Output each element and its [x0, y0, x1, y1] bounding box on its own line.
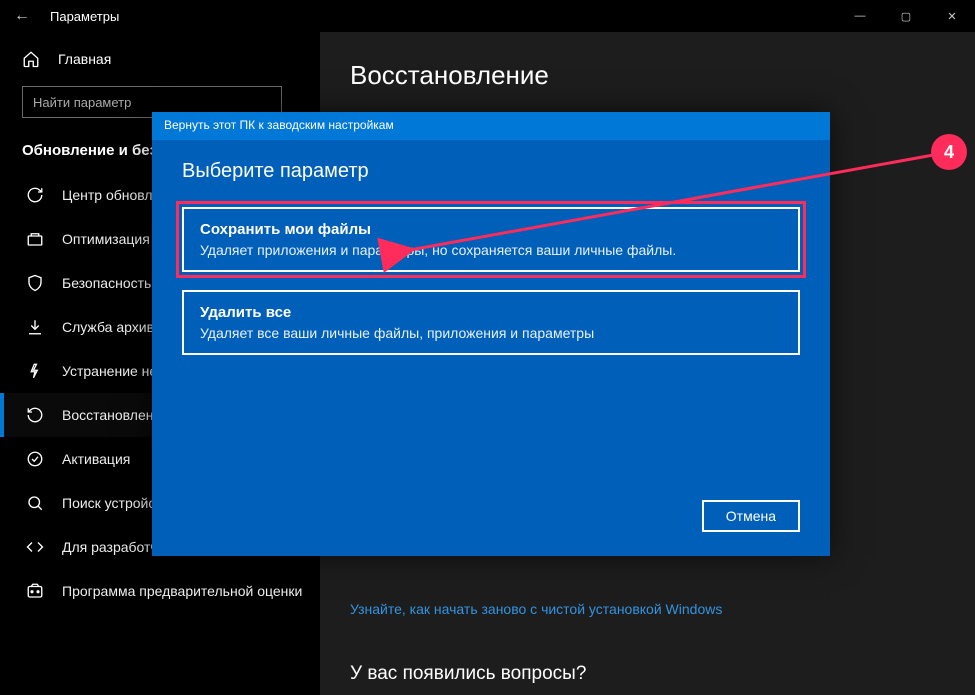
- home-icon: [22, 50, 40, 68]
- sync-icon: [26, 186, 44, 204]
- fresh-start-link[interactable]: Узнайте, как начать заново с чистой уста…: [350, 601, 945, 617]
- troubleshoot-icon: [26, 362, 44, 380]
- minimize-button[interactable]: —: [837, 0, 883, 32]
- developers-icon: [26, 538, 44, 556]
- sidebar-home[interactable]: Главная: [0, 42, 320, 82]
- close-button[interactable]: ✕: [929, 0, 975, 32]
- sidebar-item-insider[interactable]: Программа предварительной оценки Windows: [0, 569, 320, 613]
- window-controls: — ▢ ✕: [837, 0, 975, 32]
- option-remove-everything[interactable]: Удалить все Удаляет все ваши личные файл…: [182, 290, 800, 355]
- option-title: Удалить все: [200, 304, 782, 321]
- dialog-title: Выберите параметр: [182, 160, 800, 183]
- dialog-header: Вернуть этот ПК к заводским настройкам: [152, 112, 830, 140]
- shield-icon: [26, 274, 44, 292]
- recovery-icon: [26, 406, 44, 424]
- cancel-button[interactable]: Отмена: [702, 500, 800, 532]
- insider-icon: [26, 582, 44, 600]
- backup-icon: [26, 318, 44, 336]
- delivery-icon: [26, 230, 44, 248]
- questions-heading: У вас появились вопросы?: [350, 663, 945, 685]
- activation-icon: [26, 450, 44, 468]
- option-keep-files[interactable]: Сохранить мои файлы Удаляет приложения и…: [182, 207, 800, 272]
- maximize-button[interactable]: ▢: [883, 0, 929, 32]
- reset-pc-dialog: Вернуть этот ПК к заводским настройкам В…: [152, 112, 830, 556]
- page-title: Восстановление: [350, 60, 945, 91]
- titlebar: ← Параметры — ▢ ✕: [0, 0, 975, 32]
- option-title: Сохранить мои файлы: [200, 221, 782, 238]
- option-description: Удаляет приложения и параметры, но сохра…: [200, 242, 782, 258]
- home-label: Главная: [58, 51, 111, 67]
- back-button[interactable]: ←: [10, 7, 34, 25]
- annotation-step-badge: 4: [931, 134, 967, 170]
- window-title: Параметры: [50, 9, 119, 24]
- option-description: Удаляет все ваши личные файлы, приложени…: [200, 325, 782, 341]
- sidebar-item-label: Программа предварительной оценки Windows: [62, 583, 302, 599]
- find-icon: [26, 494, 44, 512]
